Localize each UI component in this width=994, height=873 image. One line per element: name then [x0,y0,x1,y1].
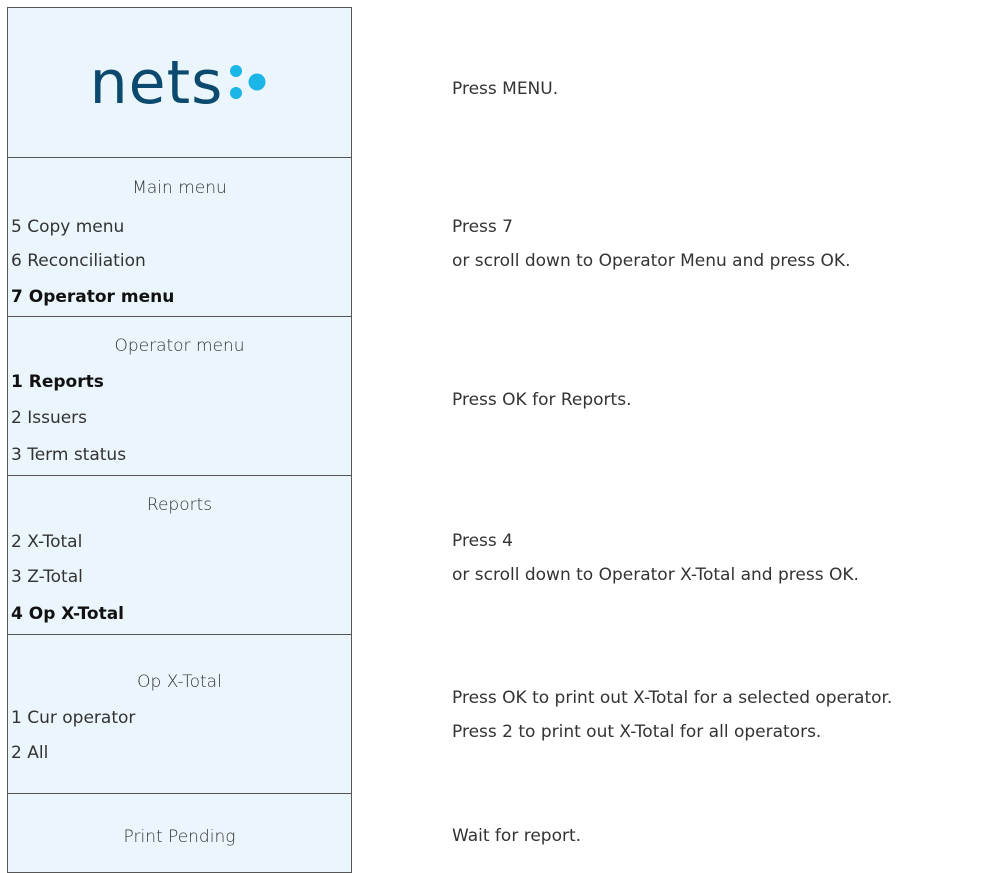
menu-item-selected: 1 Reports [11,372,104,392]
nets-logo: nets [90,48,270,118]
terminal-screen-print-pending: Print Pending [7,793,352,873]
terminal-screen-logo: nets [7,7,352,158]
screen-title: Op X-Total [137,672,222,692]
logo-dots-icon [230,64,266,99]
terminal-screen-reports: Reports 2 X-Total 3 Z-Total 4 Op X-Total [7,475,352,635]
screen-title: Reports [146,495,213,515]
instruction-text: Press 7 [452,217,513,237]
menu-item: 1 Cur operator [11,708,136,728]
instruction-text: or scroll down to Operator Menu and pres… [452,251,851,271]
menu-item: 2 X-Total [11,532,83,552]
terminal-screen-main-menu: Main menu 5 Copy menu 6 Reconciliation 7… [7,157,352,317]
terminal-screen-op-x-total: Op X-Total 1 Cur operator 2 All [7,634,352,794]
menu-item-selected: 4 Op X-Total [11,604,125,624]
instruction-text: Press 4 [452,531,513,551]
terminal-screen-operator-menu: Operator menu 1 Reports 2 Issuers 3 Term… [7,316,352,476]
menu-item: 3 Term status [11,445,127,465]
menu-item: 6 Reconciliation [11,251,146,271]
menu-item: 3 Z-Total [11,567,83,587]
screen-title: Print Pending [123,827,236,847]
screen-title: Operator menu [114,336,245,356]
menu-item-selected: 7 Operator menu [11,287,175,307]
instruction-text: Press 2 to print out X-Total for all ope… [452,722,822,742]
menu-item: 2 All [11,743,49,763]
instruction-text: Press OK for Reports. [452,390,632,410]
instruction-text: Press OK to print out X-Total for a sele… [452,688,893,708]
menu-item: 2 Issuers [11,408,88,428]
instruction-text: Wait for report. [452,826,582,846]
menu-item: 5 Copy menu [11,217,125,237]
instruction-text: or scroll down to Operator X-Total and p… [452,565,859,585]
logo-text: nets [89,47,224,118]
instruction-text: Press MENU. [452,79,559,99]
screen-title: Main menu [132,178,227,198]
